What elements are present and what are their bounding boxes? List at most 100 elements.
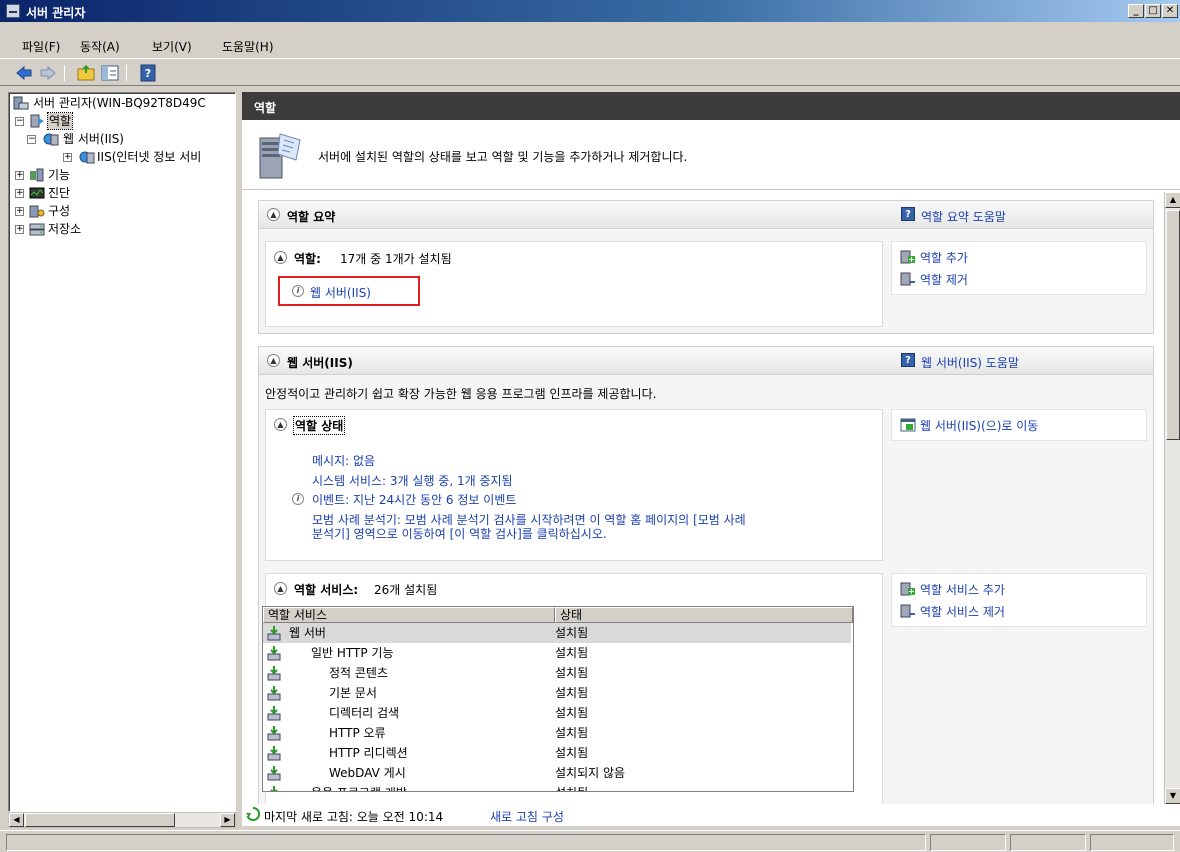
expand-icon[interactable]: + — [15, 225, 24, 234]
minimize-button[interactable]: _ — [1128, 4, 1144, 18]
table-row[interactable]: 디렉터리 검색 설치됨 — [263, 703, 851, 723]
help-icon[interactable]: ? — [901, 353, 915, 367]
roles-content: ▲ 역할 요약 ? 역할 요약 도움말 ▲ 역할: 17개 중 1개가 설치됨 … — [242, 192, 1162, 812]
remove-roles-link[interactable]: 역할 제거 — [920, 271, 968, 288]
scroll-left-button[interactable]: ◀ — [9, 813, 24, 827]
menu-action[interactable]: 동작(A) — [80, 38, 120, 55]
tree-node-configuration[interactable]: + 구성 — [13, 203, 233, 219]
table-row[interactable]: 응용 프로그램 개발 설치됨 — [263, 783, 851, 791]
service-status: 설치됨 — [555, 686, 589, 700]
roles-summary-help-link[interactable]: 역할 요약 도움말 — [921, 208, 1006, 225]
menu-bar: 파일(F) 동작(A) 보기(V) 도움말(H) — [0, 34, 1180, 56]
service-status: 설치됨 — [555, 746, 589, 760]
table-row[interactable]: WebDAV 게시 설치되지 않음 — [263, 763, 851, 783]
diagnostics-icon — [29, 186, 45, 200]
service-status: 설치되지 않음 — [555, 766, 626, 780]
table-row[interactable]: 일반 HTTP 기능 설치됨 — [263, 643, 851, 663]
web-server-description: 안정적이고 관리하기 쉽고 확장 가능한 웹 응용 프로그램 인프라를 제공합니… — [265, 387, 657, 401]
menu-view[interactable]: 보기(V) — [152, 38, 192, 55]
add-roles-link[interactable]: 역할 추가 — [920, 249, 968, 266]
roles-summary-section: ▲ 역할 요약 ? 역할 요약 도움말 ▲ 역할: 17개 중 1개가 설치됨 … — [258, 200, 1154, 334]
remove-role-services-link[interactable]: 역할 서비스 제거 — [920, 603, 1005, 620]
status-segment-main — [6, 834, 926, 851]
menu-file[interactable]: 파일(F) — [22, 38, 60, 55]
collapse-icon[interactable]: − — [15, 117, 24, 126]
remove-role-services-icon — [900, 604, 916, 618]
expand-icon[interactable]: + — [15, 189, 24, 198]
last-refresh-text: 마지막 새로 고침: 오늘 오전 10:14 — [264, 810, 444, 824]
service-name: 일반 HTTP 기능 — [311, 646, 394, 660]
table-row[interactable]: HTTP 리디렉션 설치됨 — [263, 743, 851, 763]
scroll-down-button[interactable]: ▼ — [1165, 788, 1180, 804]
vertical-scrollbar[interactable]: ▲ ▼ — [1164, 192, 1180, 804]
column-header-service[interactable]: 역할 서비스 — [263, 607, 555, 623]
tree-node-iis[interactable]: + IIS(인터넷 정보 서비 — [13, 149, 233, 165]
expand-icon[interactable]: + — [63, 153, 72, 162]
status-segment — [1010, 834, 1086, 851]
roles-actions: 역할 추가 역할 제거 — [891, 241, 1147, 295]
scroll-up-button[interactable]: ▲ — [1165, 192, 1180, 208]
collapse-icon[interactable]: − — [27, 135, 36, 144]
show-hide-tree-icon[interactable] — [100, 63, 120, 83]
web-server-help-link[interactable]: 웹 서버(IIS) 도움말 — [921, 354, 1019, 371]
iis-icon — [79, 150, 95, 164]
collapse-chevron-icon[interactable]: ▲ — [274, 582, 287, 595]
scroll-thumb[interactable] — [25, 813, 175, 827]
service-name: 정적 콘텐츠 — [329, 666, 389, 680]
expand-icon[interactable]: + — [15, 171, 24, 180]
add-roles-icon — [900, 250, 916, 264]
tree-horizontal-scrollbar[interactable]: ◀ ▶ — [8, 812, 236, 828]
collapse-chevron-icon[interactable]: ▲ — [274, 251, 287, 264]
maximize-button[interactable]: □ — [1145, 4, 1161, 18]
service-status: 설치됨 — [555, 726, 589, 740]
pane-title: 역할 — [254, 101, 277, 115]
installed-service-icon — [267, 645, 281, 661]
service-name: 응용 프로그램 개발 — [311, 783, 407, 791]
back-icon[interactable] — [14, 63, 34, 83]
tree-node-features[interactable]: + 기능 — [13, 167, 233, 183]
table-row[interactable]: 기본 문서 설치됨 — [263, 683, 851, 703]
configure-refresh-link[interactable]: 새로 고침 구성 — [490, 808, 564, 825]
add-role-services-link[interactable]: 역할 서비스 추가 — [920, 581, 1005, 598]
tree-label: IIS(인터넷 정보 서비 — [97, 150, 202, 164]
help-icon[interactable]: ? — [138, 63, 158, 83]
role-status-actions: 웹 서버(IIS)(으)로 이동 — [891, 409, 1147, 441]
role-services-list[interactable]: 역할 서비스 상태 웹 서버 설치됨 일반 HTTP 기능 설치됨 정적 콘텐츠 설치됨 기… — [262, 606, 854, 792]
goto-web-server-link[interactable]: 웹 서버(IIS)(으)로 이동 — [920, 417, 1038, 434]
up-folder-icon[interactable] — [76, 63, 96, 83]
info-icon: i — [292, 493, 304, 505]
installed-service-icon — [267, 685, 281, 701]
table-row[interactable]: 웹 서버 설치됨 — [263, 623, 851, 643]
table-row[interactable]: HTTP 오류 설치됨 — [263, 723, 851, 743]
roles-icon — [29, 114, 45, 128]
table-row[interactable]: 정적 콘텐츠 설치됨 — [263, 663, 851, 683]
service-status: 설치됨 — [555, 666, 589, 680]
forward-icon[interactable] — [38, 63, 58, 83]
close-button[interactable]: ✕ — [1162, 4, 1178, 18]
menu-help[interactable]: 도움말(H) — [222, 38, 274, 55]
installed-role-link[interactable]: 웹 서버(IIS) — [310, 284, 371, 301]
help-icon[interactable]: ? — [901, 207, 915, 221]
roles-summary-header: ▲ 역할 요약 ? 역할 요약 도움말 — [259, 201, 1153, 229]
add-role-services-icon — [900, 582, 916, 596]
role-status-title[interactable]: 역할 상태 — [292, 416, 346, 435]
installed-service-icon — [267, 665, 281, 681]
collapse-chevron-icon[interactable]: ▲ — [267, 208, 280, 221]
tree-node-diagnostics[interactable]: + 진단 — [13, 185, 233, 201]
roles-count: 17개 중 1개가 설치됨 — [340, 252, 452, 266]
service-name: 디렉터리 검색 — [329, 706, 400, 720]
tree-node-storage[interactable]: + 저장소 — [13, 221, 233, 237]
scroll-right-button[interactable]: ▶ — [220, 813, 235, 827]
collapse-chevron-icon[interactable]: ▲ — [267, 354, 280, 367]
tree-label: 서버 관리자(WIN-BQ92T8D49C — [33, 96, 206, 110]
navigation-tree: 서버 관리자(WIN-BQ92T8D49C − 역할 − 웹 서버(IIS) +… — [8, 92, 236, 812]
collapse-chevron-icon[interactable]: ▲ — [274, 418, 287, 431]
service-status: 설치됨 — [555, 646, 589, 660]
expand-icon[interactable]: + — [15, 207, 24, 216]
info-icon: i — [292, 285, 304, 297]
tree-node-web-server[interactable]: − 웹 서버(IIS) — [13, 131, 233, 147]
tree-node-server-manager[interactable]: 서버 관리자(WIN-BQ92T8D49C — [13, 95, 233, 111]
scroll-thumb[interactable] — [1166, 210, 1180, 440]
tree-node-roles[interactable]: − 역할 — [13, 112, 233, 130]
column-header-status[interactable]: 상태 — [555, 607, 853, 623]
